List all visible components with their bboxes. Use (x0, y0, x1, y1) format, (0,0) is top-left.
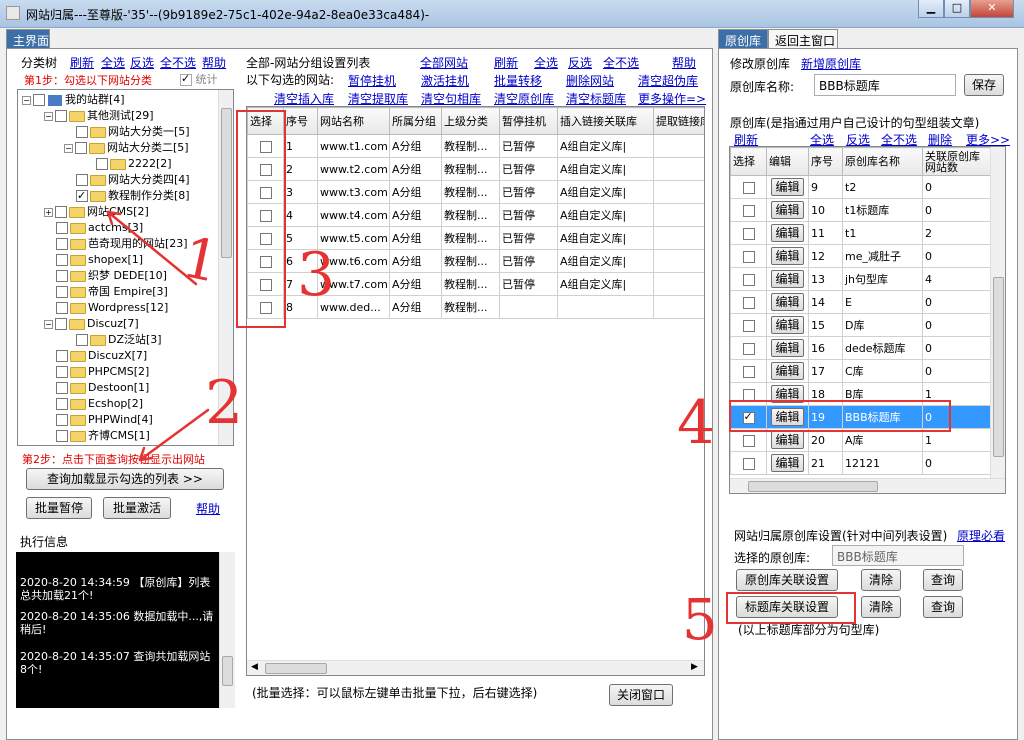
annotation-number-5: 5 (682, 588, 718, 653)
annotation-arrow-2 (138, 408, 210, 462)
annotation-number-2: 2 (205, 368, 244, 438)
annotation-arrows (106, 210, 210, 462)
annotation-number-4: 4 (677, 388, 716, 458)
annotation-number-3: 3 (297, 240, 336, 310)
